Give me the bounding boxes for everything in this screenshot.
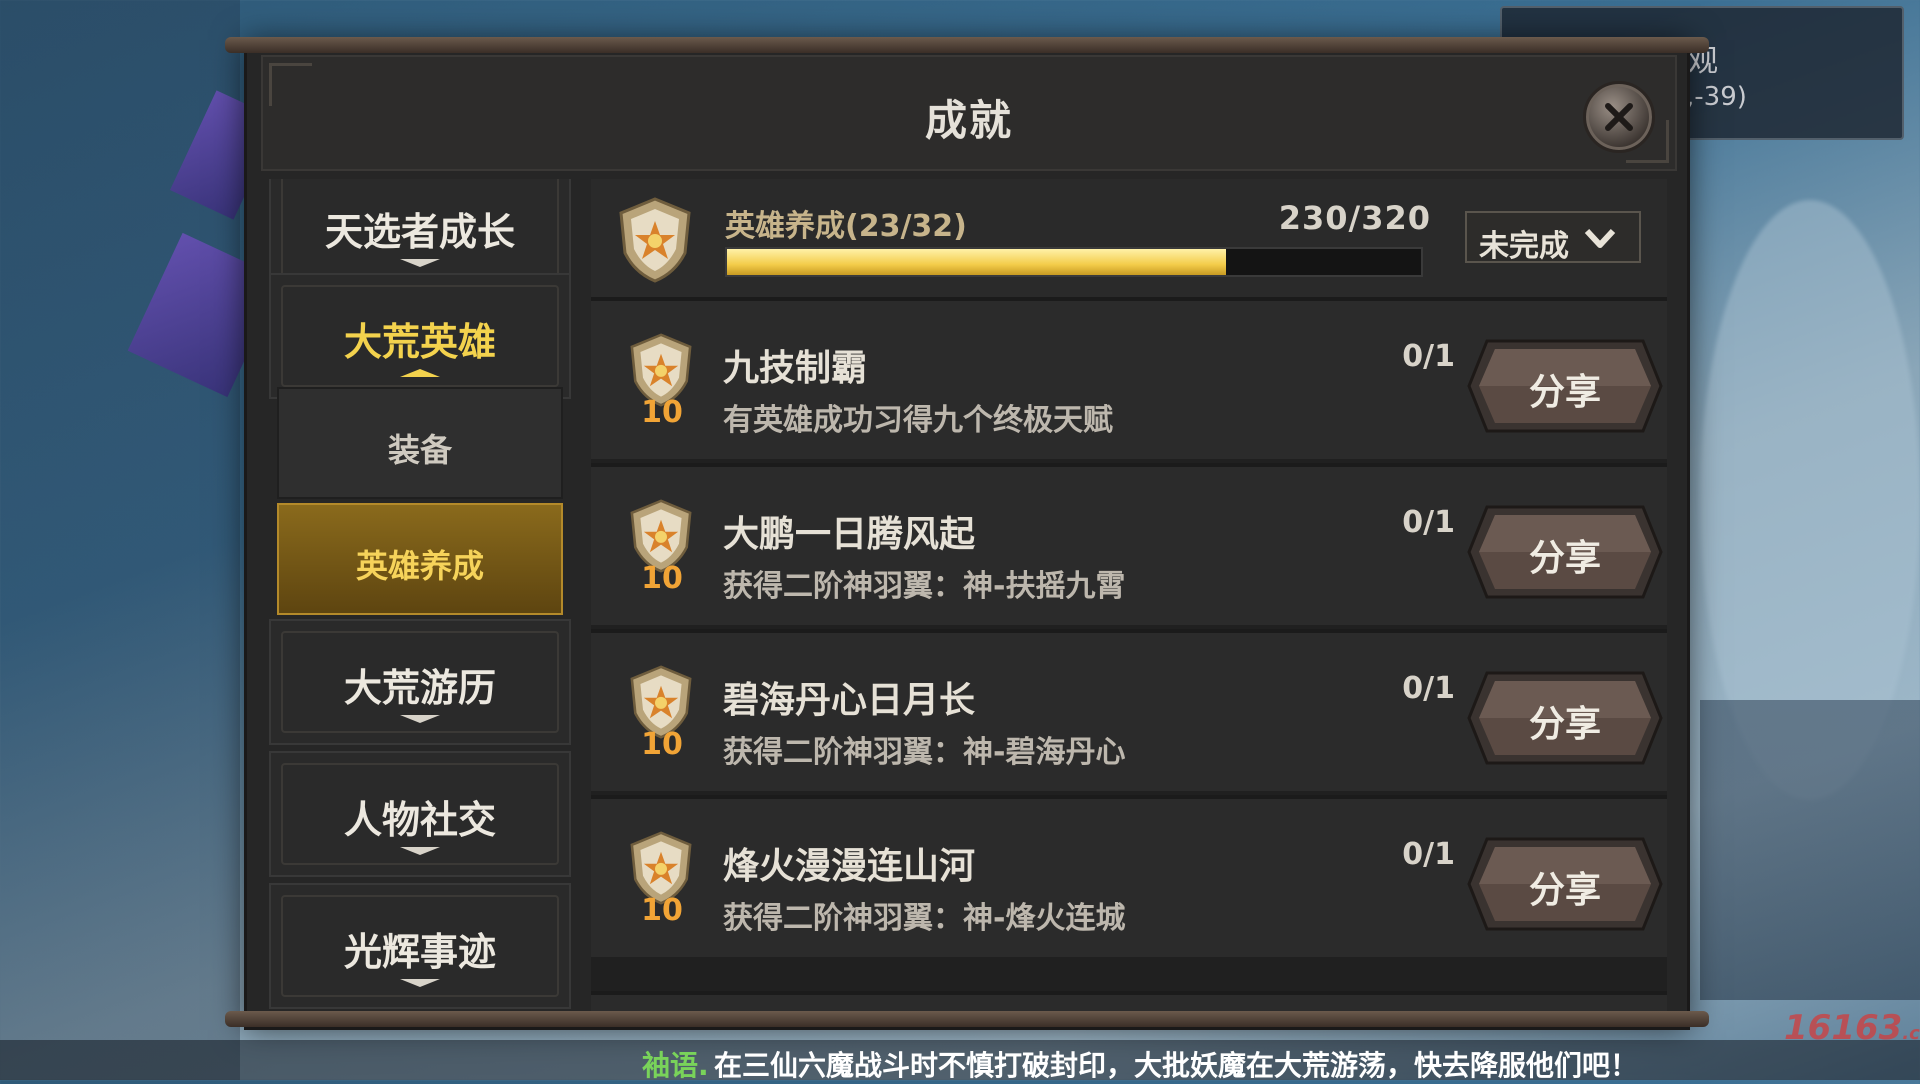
- site-watermark: 16163.com: [1784, 1008, 1920, 1048]
- watermark-text: 16163: [1784, 1008, 1903, 1048]
- achievement-list-area[interactable]: 英雄养成(23/32) 230/320 未完成 10 九技制霸有英雄成功习得九个终…: [591, 179, 1667, 1011]
- share-button[interactable]: 分享: [1467, 505, 1663, 599]
- sidebar-item-glory-deeds[interactable]: 光辉事迹: [269, 883, 571, 1009]
- achievement-points: 10: [641, 727, 683, 762]
- achievement-row: 10 碧海丹心日月长获得二阶神羽翼：神-碧海丹心 0/1 分享: [591, 629, 1667, 791]
- achievement-points: 10: [641, 561, 683, 596]
- sidebar-item-label: 大荒英雄: [343, 320, 496, 364]
- achievement-row: 10 九技制霸有英雄成功习得九个终极天赋 0/1 分享: [591, 297, 1667, 459]
- category-summary: 英雄养成(23/32) 230/320 未完成: [591, 179, 1667, 299]
- chevron-up-icon: [400, 369, 440, 377]
- achievement-panel: 成就 天选者成长 大荒英雄 装备 英雄养成 大荒游历 人物社交 光辉事迹 英雄养…: [225, 37, 1709, 1030]
- achievement-name: 九技制霸: [723, 348, 868, 389]
- share-button-label: 分享: [1528, 870, 1601, 911]
- chevron-down-icon: [1584, 228, 1616, 248]
- chat-ticker: 袖语. 在三仙六魔战斗时不慎打破封印，大批妖魔在大荒游荡，快去降服他们吧！: [0, 1040, 1920, 1082]
- close-icon: [1605, 103, 1633, 131]
- category-points: 230/320: [1278, 199, 1431, 237]
- chevron-down-icon: [400, 259, 440, 267]
- chat-speaker: 袖语.: [642, 1049, 709, 1082]
- share-button-label: 分享: [1528, 372, 1601, 413]
- achievement-progress: 0/1: [1402, 339, 1455, 374]
- progress-fill: [727, 249, 1226, 275]
- chevron-down-icon: [400, 715, 440, 723]
- achievement-name: 烽火漫漫连山河: [723, 846, 976, 887]
- achievement-description: 获得二阶神羽翼：神-烽火连城: [723, 901, 1126, 936]
- sidebar-item-social[interactable]: 人物社交: [269, 751, 571, 877]
- shield-badge-icon: [613, 195, 697, 289]
- sidebar-item-label: 大荒游历: [343, 666, 496, 710]
- achievement-name: 大鹏一日腾风起: [723, 514, 976, 555]
- sidebar-subitem-label: 装备: [387, 431, 452, 469]
- achievement-progress: 0/1: [1402, 837, 1455, 872]
- share-button[interactable]: 分享: [1467, 671, 1663, 765]
- category-progress-label: 英雄养成(23/32): [725, 209, 967, 244]
- page-title: 成就: [924, 96, 1013, 145]
- close-button[interactable]: [1583, 81, 1655, 153]
- sidebar-item-dahuang-travel[interactable]: 大荒游历: [269, 619, 571, 745]
- achievement-description: 获得二阶神羽翼：神-碧海丹心: [723, 735, 1126, 770]
- scroll-rod-top: [225, 37, 1709, 53]
- sidebar-item-dahuang-heroes[interactable]: 大荒英雄: [269, 273, 571, 399]
- watermark-suffix: .com: [1902, 1023, 1920, 1044]
- achievement-progress: 0/1: [1402, 505, 1455, 540]
- sidebar-item-label: 人物社交: [343, 798, 496, 842]
- completion-filter-dropdown[interactable]: 未完成: [1465, 211, 1641, 264]
- filter-label: 未完成: [1479, 229, 1569, 264]
- achievement-description: 获得二阶神羽翼：神-扶摇九霄: [723, 569, 1126, 604]
- share-button[interactable]: 分享: [1467, 837, 1663, 931]
- sidebar-subitem-label: 英雄养成: [355, 547, 484, 585]
- sidebar-item-label: 天选者成长: [324, 210, 515, 254]
- category-progress-bar: [725, 247, 1423, 277]
- achievement-row: 10 烽火漫漫连山河获得二阶神羽翼：神-烽火连城 0/1 分享: [591, 795, 1667, 957]
- chevron-down-icon: [400, 847, 440, 855]
- category-sidebar: 天选者成长 大荒英雄 装备 英雄养成 大荒游历 人物社交 光辉事迹: [269, 179, 575, 1011]
- achievement-description: 有英雄成功习得九个终极天赋: [723, 403, 1113, 438]
- scroll-rod-bottom: [225, 1011, 1709, 1027]
- panel-header: 成就: [261, 55, 1677, 171]
- achievement-progress: 0/1: [1402, 671, 1455, 706]
- sidebar-subitem-equipment[interactable]: 装备: [277, 387, 563, 499]
- share-button-label: 分享: [1528, 538, 1601, 579]
- chevron-down-icon: [400, 979, 440, 987]
- sidebar-item-label: 光辉事迹: [343, 930, 496, 974]
- share-button[interactable]: 分享: [1467, 339, 1663, 433]
- chat-message: 在三仙六魔战斗时不慎打破封印，大批妖魔在大荒游荡，快去降服他们吧！: [714, 1049, 1639, 1082]
- achievement-points: 10: [641, 395, 683, 430]
- list-item: [591, 991, 1667, 1011]
- share-button-label: 分享: [1528, 704, 1601, 745]
- achievement-row: 10 大鹏一日腾风起获得二阶神羽翼：神-扶摇九霄 0/1 分享: [591, 463, 1667, 625]
- achievement-name: 碧海丹心日月长: [723, 680, 976, 721]
- minimap-coordinates: ,-39): [1686, 82, 1747, 112]
- achievement-points: 10: [641, 893, 683, 928]
- sidebar-subitem-hero-training[interactable]: 英雄养成: [277, 503, 563, 615]
